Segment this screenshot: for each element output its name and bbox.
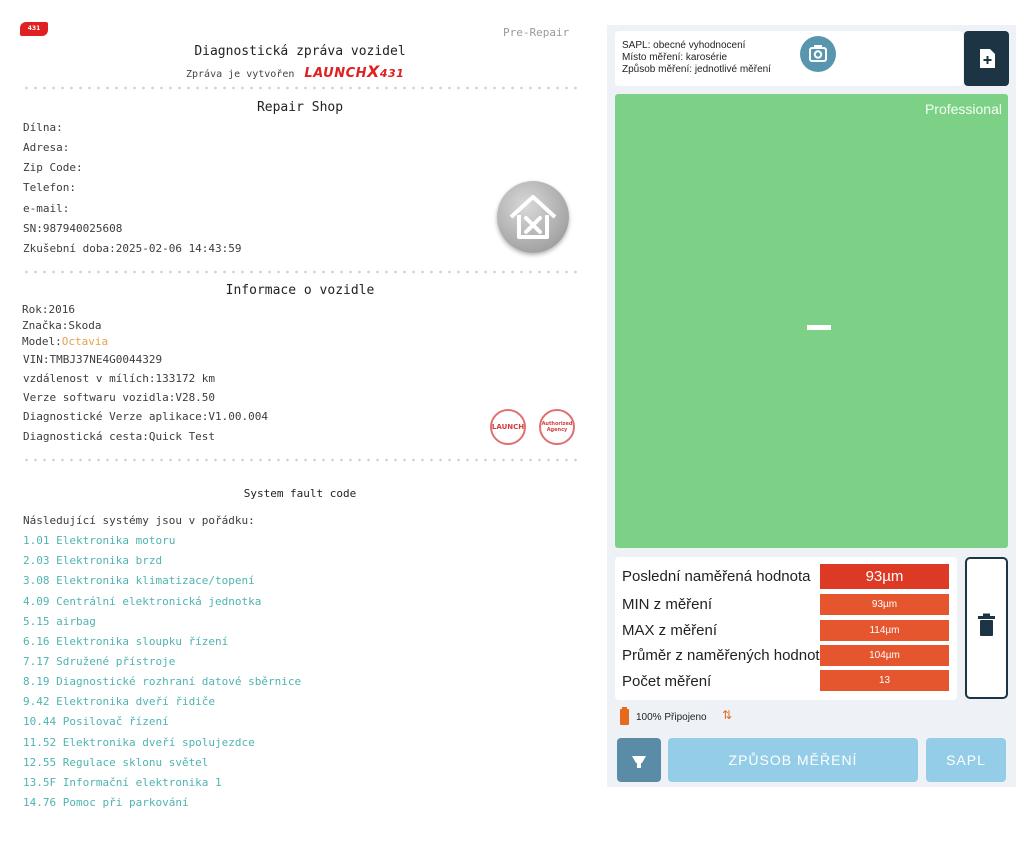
list-item: 4.09 Centrální elektronická jednotka [23,595,262,608]
dotted-divider [22,458,578,462]
dotted-divider [22,86,578,90]
fault-intro: Následující systémy jsou v pořádku: [23,514,255,527]
delete-measurements-button[interactable] [965,557,1008,699]
launch-brand-logo: LAUNCHX431 [304,62,405,81]
fault-code-title: System fault code [243,487,357,500]
list-item: 8.19 Diagnostické rozhraní datové sběrni… [23,675,302,688]
measurement-info-card: SAPL: obecné vyhodnocení Místo měření: k… [615,31,963,86]
measurement-method-button[interactable]: ZPŮSOB MĚŘENÍ [668,738,918,782]
shop-zip: Zip Code: [23,161,83,174]
shop-dilna: Dílna: [23,121,63,134]
vehicle-vin: VIN:TMBJ37NE4G0044329 [23,353,163,366]
data-transfer-icon: ⇅ [722,708,733,722]
brand-num: 431 [379,67,405,80]
measurement-method-info: Způsob měření: jednotlivé měření [622,64,771,75]
max-value: 114µm [820,620,949,641]
list-item: 12.55 Regulace sklonu světel [23,756,209,769]
sapl-button[interactable]: SAPL [926,738,1006,782]
diagnostic-path: Diagnostická cesta:Quick Test [23,430,216,443]
brand-name: LAUNCH [304,66,368,81]
pre-repair-label: Pre-Repair [503,26,570,39]
shop-adresa: Adresa: [23,141,70,154]
list-item: 14.76 Pomoc při parkování [23,796,189,809]
measurement-display: Professional [615,94,1008,548]
new-report-button[interactable] [964,31,1009,86]
list-item: 2.03 Elektronika brzd [23,554,163,567]
vehicle-distance: vzdálenost v mílích:133172 km [23,372,216,385]
probe-button[interactable] [617,738,661,782]
min-value: 93µm [820,594,949,615]
brand-x: X [367,62,380,81]
vehicle-software-version: Verze softwaru vozidla:V28.50 [23,391,216,404]
dotted-divider [22,270,578,274]
report-subtitle-text: Zpráva je vytvořen [186,69,295,80]
shop-test-time: Zkušební doba:2025-02-06 14:43:59 [23,242,242,255]
report-title: Diagnostická zpráva vozidel [194,44,406,59]
measurement-panel: SAPL: obecné vyhodnocení Místo měření: k… [607,25,1016,787]
list-item: 13.5F Informační elektronika 1 [23,776,222,789]
count-value: 13 [820,670,949,691]
list-item: 5.15 airbag [23,615,96,628]
mode-label: Professional [924,101,1002,117]
vehicle-make: Značka:Skoda [22,319,102,332]
probe-icon [632,756,646,768]
last-value: 93µm [820,564,949,589]
vehicle-year: Rok:2016 [22,303,75,316]
connection-status: 100% Připojeno [636,712,707,723]
min-label: MIN z měření [622,596,713,613]
list-item: 11.52 Elektronika dveří spolujezdce [23,736,255,749]
shop-email: e-mail: [23,202,70,215]
measurement-stats-card: Poslední naměřená hodnota 93µm MIN z měř… [615,557,957,700]
last-value-label: Poslední naměřená hodnota [622,568,811,585]
trash-icon [978,613,995,636]
list-item: 9.42 Elektronika dveří řidiče [23,695,216,708]
vehicle-model-label: Model: [22,335,62,348]
measurement-place-info: Místo měření: karosérie [622,52,728,63]
max-label: MAX z měření [622,622,718,639]
vehicle-model-value: Octavia [61,335,109,348]
launch-stamp: LAUNCH [490,409,526,445]
sapl-info: SAPL: obecné vyhodnocení [622,40,746,51]
file-plus-icon [980,49,995,68]
count-label: Počet měření [622,673,712,690]
average-value: 104µm [820,645,949,666]
authorized-agency-stamp: Authorized Agency [539,409,575,445]
current-reading-dash [807,325,831,330]
repair-shop-icon [497,181,569,253]
repair-shop-title: Repair Shop [256,100,344,115]
list-item: 6.16 Elektronika sloupku řízení [23,635,229,648]
vehicle-model: Model:Octavia [22,335,108,348]
camera-button[interactable] [800,36,836,72]
average-label: Průměr z naměřených hodnot [622,647,820,664]
list-item: 7.17 Sdružené přístroje [23,655,176,668]
list-item: 1.01 Elektronika motoru [23,534,176,547]
shop-serial-number: SN:987940025608 [23,222,123,235]
launch-431-logo: 431 [20,22,48,36]
diagnostic-report: 431 Pre-Repair Diagnostická zpráva vozid… [0,0,590,845]
list-item: 10.44 Posilovač řízení [23,715,169,728]
shop-telefon: Telefon: [23,181,76,194]
battery-icon [620,707,629,725]
list-item: 3.08 Elektronika klimatizace/topení [23,574,255,587]
report-subtitle: Zpráva je vytvořen LAUNCHX431 [186,62,404,81]
vehicle-info-title: Informace o vozidle [225,283,375,298]
camera-icon [809,45,827,62]
app-version: Diagnostické Verze aplikace:V1.00.004 [23,410,269,423]
